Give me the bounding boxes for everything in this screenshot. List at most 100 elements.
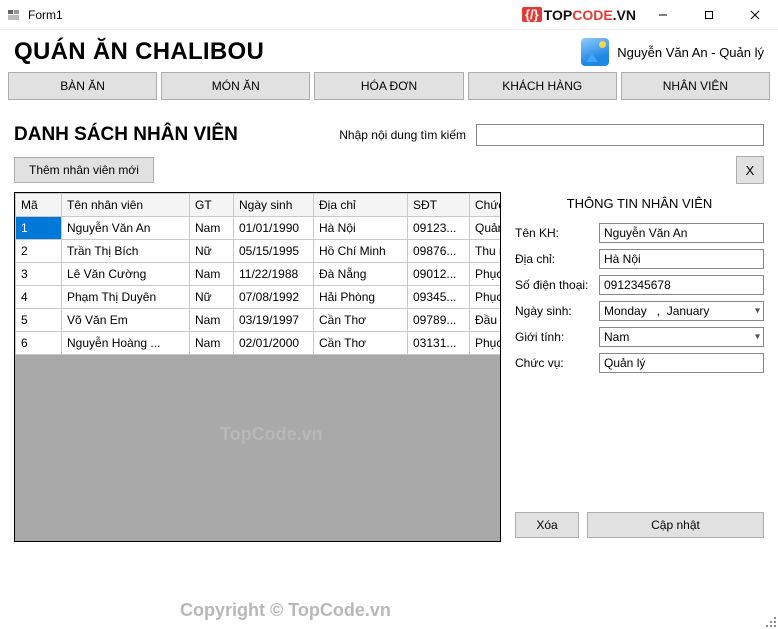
nav-bar: BÀN ĂN MÓN ĂN HÓA ĐƠN KHÁCH HÀNG NHÂN VI… <box>0 72 778 110</box>
cell-ngay_sinh[interactable]: 02/01/2000 <box>234 332 314 355</box>
label-chuc-vu: Chức vụ: <box>515 356 599 370</box>
col-ten[interactable]: Tên nhân viên <box>62 194 190 217</box>
cell-dia_chi[interactable]: Đà Nẵng <box>314 263 408 286</box>
cell-gt[interactable]: Nam <box>190 309 234 332</box>
section-title: DANH SÁCH NHÂN VIÊN <box>14 124 238 146</box>
search-input[interactable] <box>476 124 764 146</box>
employee-grid[interactable]: Mã Tên nhân viên GT Ngày sinh Địa chỉ SĐ… <box>14 192 501 542</box>
cell-dia_chi[interactable]: Hà Nội <box>314 217 408 240</box>
nav-mon-an[interactable]: MÓN ĂN <box>161 72 310 100</box>
current-user-label: Nguyễn Văn An - Quản lý <box>617 45 764 60</box>
nav-nhan-vien[interactable]: NHÂN VIÊN <box>621 72 770 100</box>
cell-chuc_vu[interactable]: Quản lý <box>470 217 502 240</box>
cell-sdt[interactable]: 03131... <box>408 332 470 355</box>
cell-gt[interactable]: Nữ <box>190 240 234 263</box>
nav-khach-hang[interactable]: KHÁCH HÀNG <box>468 72 617 100</box>
input-dia-chi[interactable] <box>599 249 764 269</box>
close-panel-button[interactable]: X <box>736 156 764 184</box>
input-chuc-vu[interactable] <box>599 353 764 373</box>
cell-ten[interactable]: Lê Văn Cường <box>62 263 190 286</box>
minimize-button[interactable] <box>640 0 686 29</box>
cell-sdt[interactable]: 09876... <box>408 240 470 263</box>
col-dia-chi[interactable]: Địa chỉ <box>314 194 408 217</box>
detail-title: THÔNG TIN NHÂN VIÊN <box>515 196 764 211</box>
cell-gt[interactable]: Nam <box>190 332 234 355</box>
cell-gt[interactable]: Nữ <box>190 286 234 309</box>
window-title: Form1 <box>28 8 63 22</box>
search-label: Nhập nội dung tìm kiếm <box>339 128 466 142</box>
col-chuc-vu[interactable]: Chức vụ <box>470 194 502 217</box>
brand-logo: {/} TOPCODE.VN <box>522 7 636 23</box>
update-button[interactable]: Cập nhật <box>587 512 764 538</box>
col-ngay-sinh[interactable]: Ngày sinh <box>234 194 314 217</box>
app-title: QUÁN ĂN CHALIBOU <box>14 38 581 66</box>
cell-ngay_sinh[interactable]: 05/15/1995 <box>234 240 314 263</box>
cell-gt[interactable]: Nam <box>190 263 234 286</box>
input-sdt[interactable] <box>599 275 764 295</box>
cell-ten[interactable]: Trần Thị Bích <box>62 240 190 263</box>
label-sdt: Số điện thoại: <box>515 278 599 292</box>
cell-ma[interactable]: 3 <box>16 263 62 286</box>
cell-ten[interactable]: Võ Văn Em <box>62 309 190 332</box>
cell-chuc_vu[interactable]: Phục vụ <box>470 286 502 309</box>
cell-chuc_vu[interactable]: Đầu bếp <box>470 309 502 332</box>
col-ma[interactable]: Mã <box>16 194 62 217</box>
cell-dia_chi[interactable]: Cần Thơ <box>314 309 408 332</box>
section-row: DANH SÁCH NHÂN VIÊN Nhập nội dung tìm ki… <box>0 110 778 156</box>
watermark-copyright: Copyright © TopCode.vn <box>180 600 391 621</box>
table-header-row[interactable]: Mã Tên nhân viên GT Ngày sinh Địa chỉ SĐ… <box>16 194 502 217</box>
label-ten-kh: Tên KH: <box>515 226 599 240</box>
cell-ten[interactable]: Nguyễn Văn An <box>62 217 190 240</box>
col-sdt[interactable]: SĐT <box>408 194 470 217</box>
add-employee-button[interactable]: Thêm nhân viên mới <box>14 157 154 183</box>
cell-ten[interactable]: Nguyễn Hoàng ... <box>62 332 190 355</box>
table-row[interactable]: 1Nguyễn Văn AnNam01/01/1990Hà Nội09123..… <box>16 217 502 240</box>
cell-ma[interactable]: 1 <box>16 217 62 240</box>
cell-chuc_vu[interactable]: Phục vụ <box>470 332 502 355</box>
table-row[interactable]: 4Phạm Thị DuyênNữ07/08/1992Hải Phòng0934… <box>16 286 502 309</box>
cell-sdt[interactable]: 09123... <box>408 217 470 240</box>
cell-ten[interactable]: Phạm Thị Duyên <box>62 286 190 309</box>
header: QUÁN ĂN CHALIBOU Nguyễn Văn An - Quản lý <box>0 30 778 72</box>
cell-dia_chi[interactable]: Cần Thơ <box>314 332 408 355</box>
label-gioi-tinh: Giới tính: <box>515 330 599 344</box>
cell-ngay_sinh[interactable]: 07/08/1992 <box>234 286 314 309</box>
cell-ma[interactable]: 2 <box>16 240 62 263</box>
cell-chuc_vu[interactable]: Thu ngân <box>470 240 502 263</box>
title-bar: Form1 {/} TOPCODE.VN <box>0 0 778 30</box>
window-controls <box>640 0 778 29</box>
cell-ngay_sinh[interactable]: 03/19/1997 <box>234 309 314 332</box>
close-button[interactable] <box>732 0 778 29</box>
cell-ma[interactable]: 4 <box>16 286 62 309</box>
cell-sdt[interactable]: 09789... <box>408 309 470 332</box>
cell-sdt[interactable]: 09345... <box>408 286 470 309</box>
table-row[interactable]: 5Võ Văn EmNam03/19/1997Cần Thơ09789...Đầ… <box>16 309 502 332</box>
table-row[interactable]: 2Trần Thị BíchNữ05/15/1995Hồ Chí Minh098… <box>16 240 502 263</box>
delete-button[interactable]: Xóa <box>515 512 579 538</box>
nav-ban-an[interactable]: BÀN ĂN <box>8 72 157 100</box>
cell-gt[interactable]: Nam <box>190 217 234 240</box>
label-ngay-sinh: Ngày sinh: <box>515 304 599 318</box>
resize-grip[interactable] <box>762 613 776 627</box>
cell-sdt[interactable]: 09012... <box>408 263 470 286</box>
cell-dia_chi[interactable]: Hải Phòng <box>314 286 408 309</box>
col-gt[interactable]: GT <box>190 194 234 217</box>
detail-panel: THÔNG TIN NHÂN VIÊN Tên KH: Địa chỉ: Số … <box>515 192 764 542</box>
cell-dia_chi[interactable]: Hồ Chí Minh <box>314 240 408 263</box>
user-picture-icon <box>581 38 609 66</box>
app-icon <box>6 7 22 23</box>
input-ten-kh[interactable] <box>599 223 764 243</box>
maximize-button[interactable] <box>686 0 732 29</box>
toolbar-row: Thêm nhân viên mới X <box>0 156 778 192</box>
cell-chuc_vu[interactable]: Phục vụ <box>470 263 502 286</box>
cell-ma[interactable]: 5 <box>16 309 62 332</box>
cell-ma[interactable]: 6 <box>16 332 62 355</box>
table-row[interactable]: 6Nguyễn Hoàng ...Nam02/01/2000Cần Thơ031… <box>16 332 502 355</box>
cell-ngay_sinh[interactable]: 11/22/1988 <box>234 263 314 286</box>
datepicker-ngay-sinh[interactable] <box>599 301 764 321</box>
select-gioi-tinh[interactable] <box>599 327 764 347</box>
cell-ngay_sinh[interactable]: 01/01/1990 <box>234 217 314 240</box>
table-row[interactable]: 3Lê Văn CườngNam11/22/1988Đà Nẵng09012..… <box>16 263 502 286</box>
label-dia-chi: Địa chỉ: <box>515 252 599 266</box>
nav-hoa-don[interactable]: HÓA ĐƠN <box>314 72 463 100</box>
